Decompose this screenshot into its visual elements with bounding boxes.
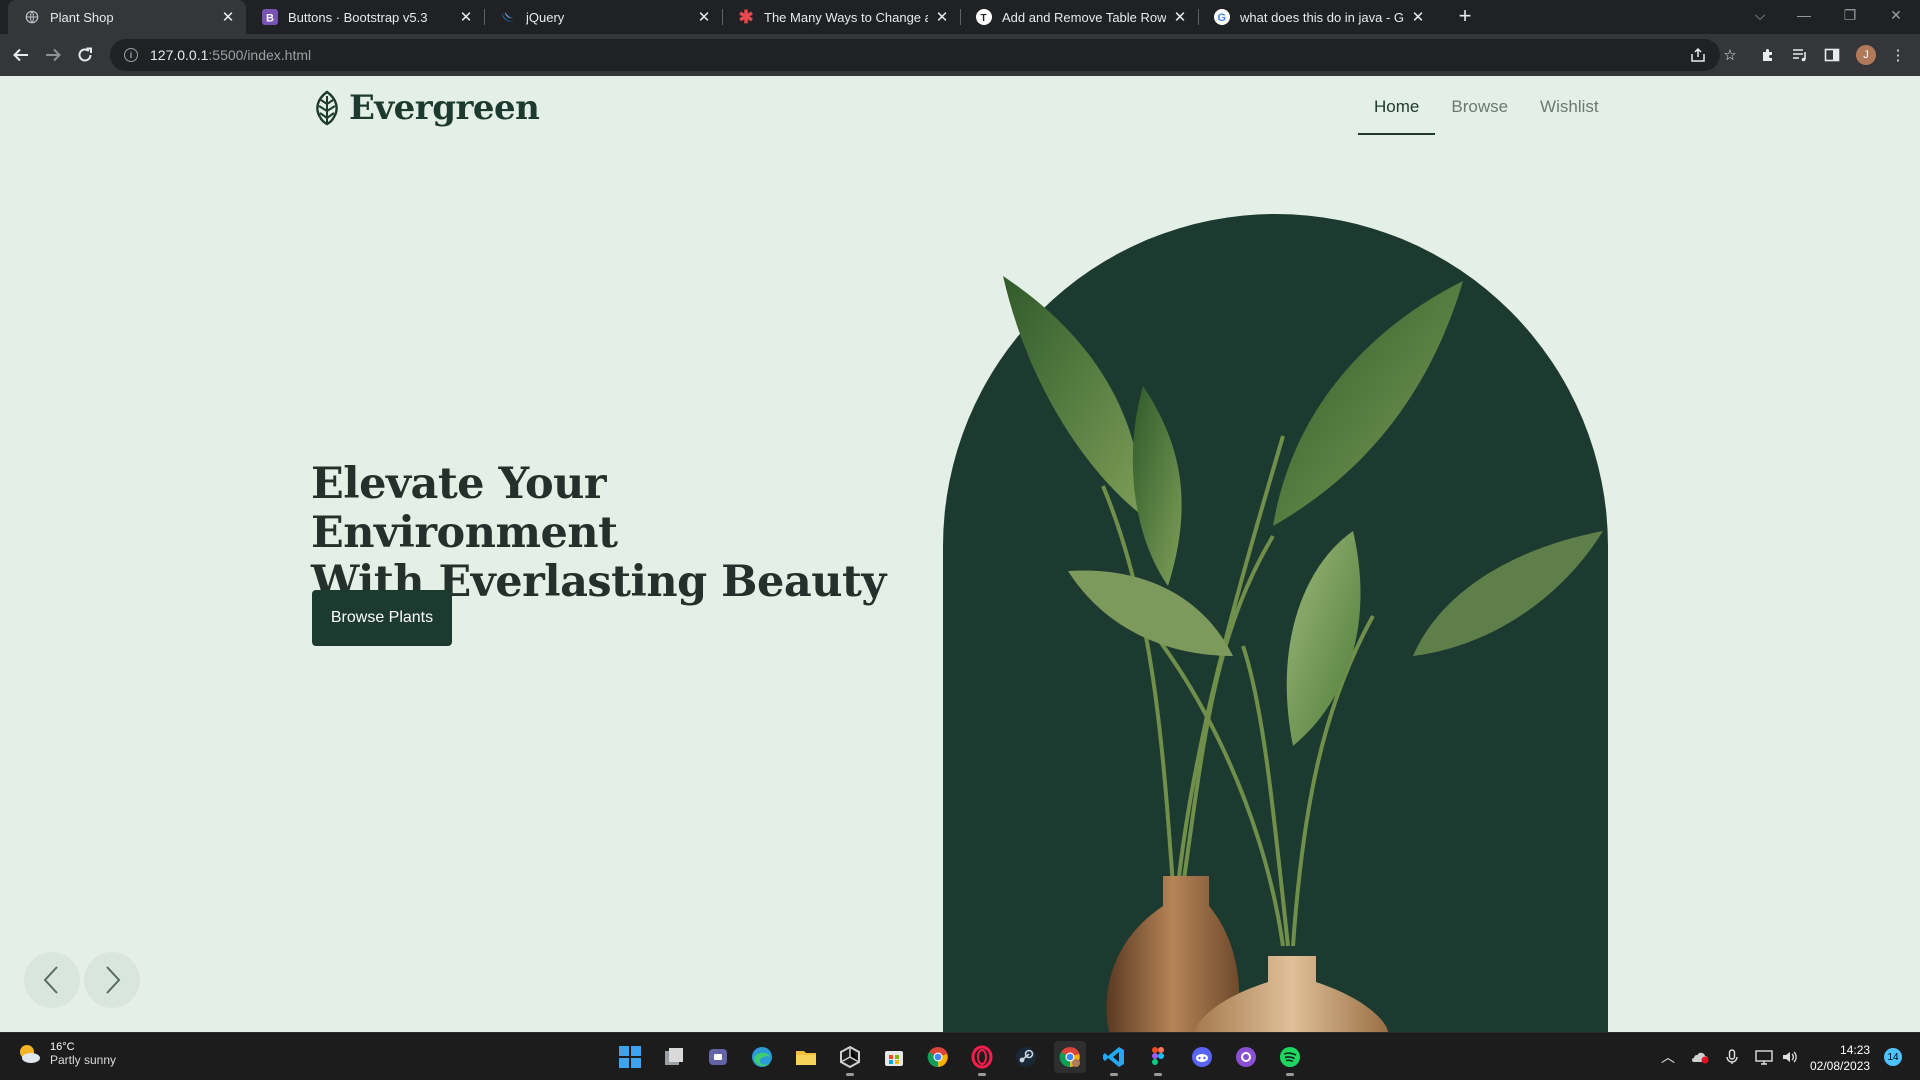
- figma-icon[interactable]: [1142, 1041, 1174, 1076]
- chrome-active-icon[interactable]: [1054, 1041, 1086, 1073]
- brand-logo[interactable]: Evergreen: [311, 88, 540, 128]
- clock-time: 14:23: [1840, 1043, 1871, 1057]
- leaf-logo-icon: [316, 90, 338, 126]
- weather-condition: Partly sunny: [50, 1053, 117, 1067]
- globe-icon: [24, 9, 40, 25]
- start-icon[interactable]: [614, 1041, 646, 1073]
- tab-plant-shop[interactable]: Plant Shop ✕: [8, 0, 246, 34]
- svg-text:B: B: [266, 13, 274, 25]
- discord-icon[interactable]: [1186, 1041, 1218, 1073]
- nav-link-browse[interactable]: Browse: [1435, 86, 1524, 135]
- brand-name: Evergreen: [349, 88, 540, 128]
- chevron-right-icon: [106, 966, 121, 994]
- side-panel-icon[interactable]: [1822, 45, 1842, 65]
- close-tab-icon[interactable]: ✕: [934, 8, 950, 26]
- tab-jquery[interactable]: jQuery ✕: [484, 0, 722, 34]
- show-hidden-icons-icon[interactable]: ︿: [1658, 1047, 1678, 1067]
- nav-link-wishlist[interactable]: Wishlist: [1524, 86, 1615, 135]
- github-desktop-icon[interactable]: [1230, 1041, 1262, 1073]
- edge-icon[interactable]: [746, 1041, 778, 1073]
- spotify-icon[interactable]: [1274, 1041, 1306, 1076]
- slider-prev-button[interactable]: [24, 952, 80, 1008]
- tab-title: jQuery: [526, 9, 565, 25]
- tab-title: Add and Remove Table Rows Dy: [1002, 9, 1166, 25]
- partly-sunny-icon: [20, 1045, 40, 1063]
- close-tab-icon[interactable]: ✕: [1172, 8, 1188, 26]
- tab-css-tricks[interactable]: ✱ The Many Ways to Change an SV ✕: [722, 0, 960, 34]
- onedrive-icon[interactable]: [1690, 1047, 1710, 1067]
- forward-icon[interactable]: [41, 43, 65, 67]
- svg-text:T: T: [981, 13, 987, 24]
- volume-icon[interactable]: [1780, 1047, 1800, 1067]
- restore-icon[interactable]: ❐: [1830, 0, 1870, 30]
- reload-icon[interactable]: [73, 43, 97, 67]
- tab-title: The Many Ways to Change an SV: [764, 9, 928, 25]
- microphone-icon[interactable]: [1722, 1047, 1742, 1067]
- close-window-icon[interactable]: ✕: [1876, 0, 1916, 30]
- minimize-icon[interactable]: —: [1784, 0, 1824, 30]
- back-icon[interactable]: [9, 43, 33, 67]
- clock-date: 02/08/2023: [1810, 1059, 1871, 1073]
- weather-temperature: 16°C: [50, 1041, 75, 1053]
- site-info-icon[interactable]: i: [124, 48, 138, 62]
- system-clock[interactable]: 14:23 02/08/2023: [1810, 1042, 1870, 1074]
- network-icon[interactable]: [1754, 1047, 1774, 1067]
- media-controls-icon[interactable]: [1790, 45, 1810, 65]
- share-icon[interactable]: [1688, 45, 1708, 65]
- extensions-icon[interactable]: [1758, 45, 1778, 65]
- close-tab-icon[interactable]: ✕: [220, 8, 236, 26]
- unity-icon[interactable]: [834, 1041, 866, 1076]
- page-scrollbar[interactable]: [1916, 76, 1920, 1032]
- bootstrap-icon: B: [262, 9, 278, 25]
- close-tab-icon[interactable]: ✕: [1410, 8, 1426, 26]
- microsoft-store-icon[interactable]: [878, 1041, 910, 1073]
- tab-table-rows[interactable]: T Add and Remove Table Rows Dy ✕: [960, 0, 1198, 34]
- browser-toolbar: i 127.0.0.1:5500/index.html ☆ J ⋮: [0, 34, 1920, 76]
- url-path: :5500/index.html: [208, 47, 312, 63]
- menu-kebab-icon[interactable]: ⋮: [1888, 45, 1908, 65]
- tab-google-search[interactable]: G what does this do in java - Goog ✕: [1198, 0, 1436, 34]
- google-icon: G: [1214, 9, 1230, 25]
- t-icon: T: [976, 9, 992, 25]
- chevron-left-icon: [43, 966, 58, 994]
- file-explorer-icon[interactable]: [790, 1041, 822, 1073]
- tab-title: Buttons · Bootstrap v5.3: [288, 9, 428, 25]
- windows-taskbar: 16°C Partly sunny ︿ 14:23 02/08/2023 14: [0, 1032, 1920, 1080]
- browse-plants-button[interactable]: Browse Plants: [312, 590, 452, 646]
- url-host: 127.0.0.1: [150, 47, 209, 63]
- hero-heading-line-1: Elevate Your Environment: [311, 459, 618, 558]
- new-tab-button[interactable]: +: [1452, 4, 1478, 30]
- teams-chat-icon[interactable]: [702, 1041, 734, 1073]
- weather-widget[interactable]: 16°C Partly sunny: [16, 1041, 116, 1067]
- task-view-icon[interactable]: [658, 1041, 690, 1073]
- tab-title: Plant Shop: [50, 9, 114, 25]
- profile-avatar[interactable]: J: [1856, 45, 1876, 65]
- hero-heading: Elevate Your Environment With Everlastin…: [311, 460, 911, 607]
- close-tab-icon[interactable]: ✕: [458, 8, 474, 26]
- page-viewport: Evergreen Home Browse Wishlist Elevate Y…: [0, 76, 1920, 1032]
- address-bar[interactable]: i 127.0.0.1:5500/index.html: [110, 39, 1720, 71]
- tab-strip: Plant Shop ✕ B Buttons · Bootstrap v5.3 …: [0, 0, 1920, 34]
- svg-text:G: G: [1218, 12, 1227, 24]
- slider-next-button[interactable]: [84, 952, 140, 1008]
- steam-icon[interactable]: [1010, 1041, 1042, 1073]
- chrome-icon[interactable]: [922, 1041, 954, 1073]
- main-nav: Home Browse Wishlist: [1358, 86, 1615, 135]
- opera-gx-icon[interactable]: [966, 1041, 998, 1076]
- plant-vase-image: [1003, 276, 1603, 1032]
- asterisk-icon: ✱: [738, 6, 754, 27]
- tab-bootstrap[interactable]: B Buttons · Bootstrap v5.3 ✕: [246, 0, 484, 34]
- nav-link-home[interactable]: Home: [1358, 86, 1436, 135]
- notification-badge[interactable]: 14: [1884, 1048, 1902, 1066]
- close-tab-icon[interactable]: ✕: [696, 8, 712, 26]
- tab-title: what does this do in java - Goog: [1240, 9, 1404, 25]
- bookmark-star-icon[interactable]: ☆: [1720, 45, 1740, 65]
- jquery-icon: [500, 9, 516, 25]
- tab-search-icon[interactable]: ⌵: [1740, 0, 1780, 30]
- vscode-icon[interactable]: [1098, 1041, 1130, 1076]
